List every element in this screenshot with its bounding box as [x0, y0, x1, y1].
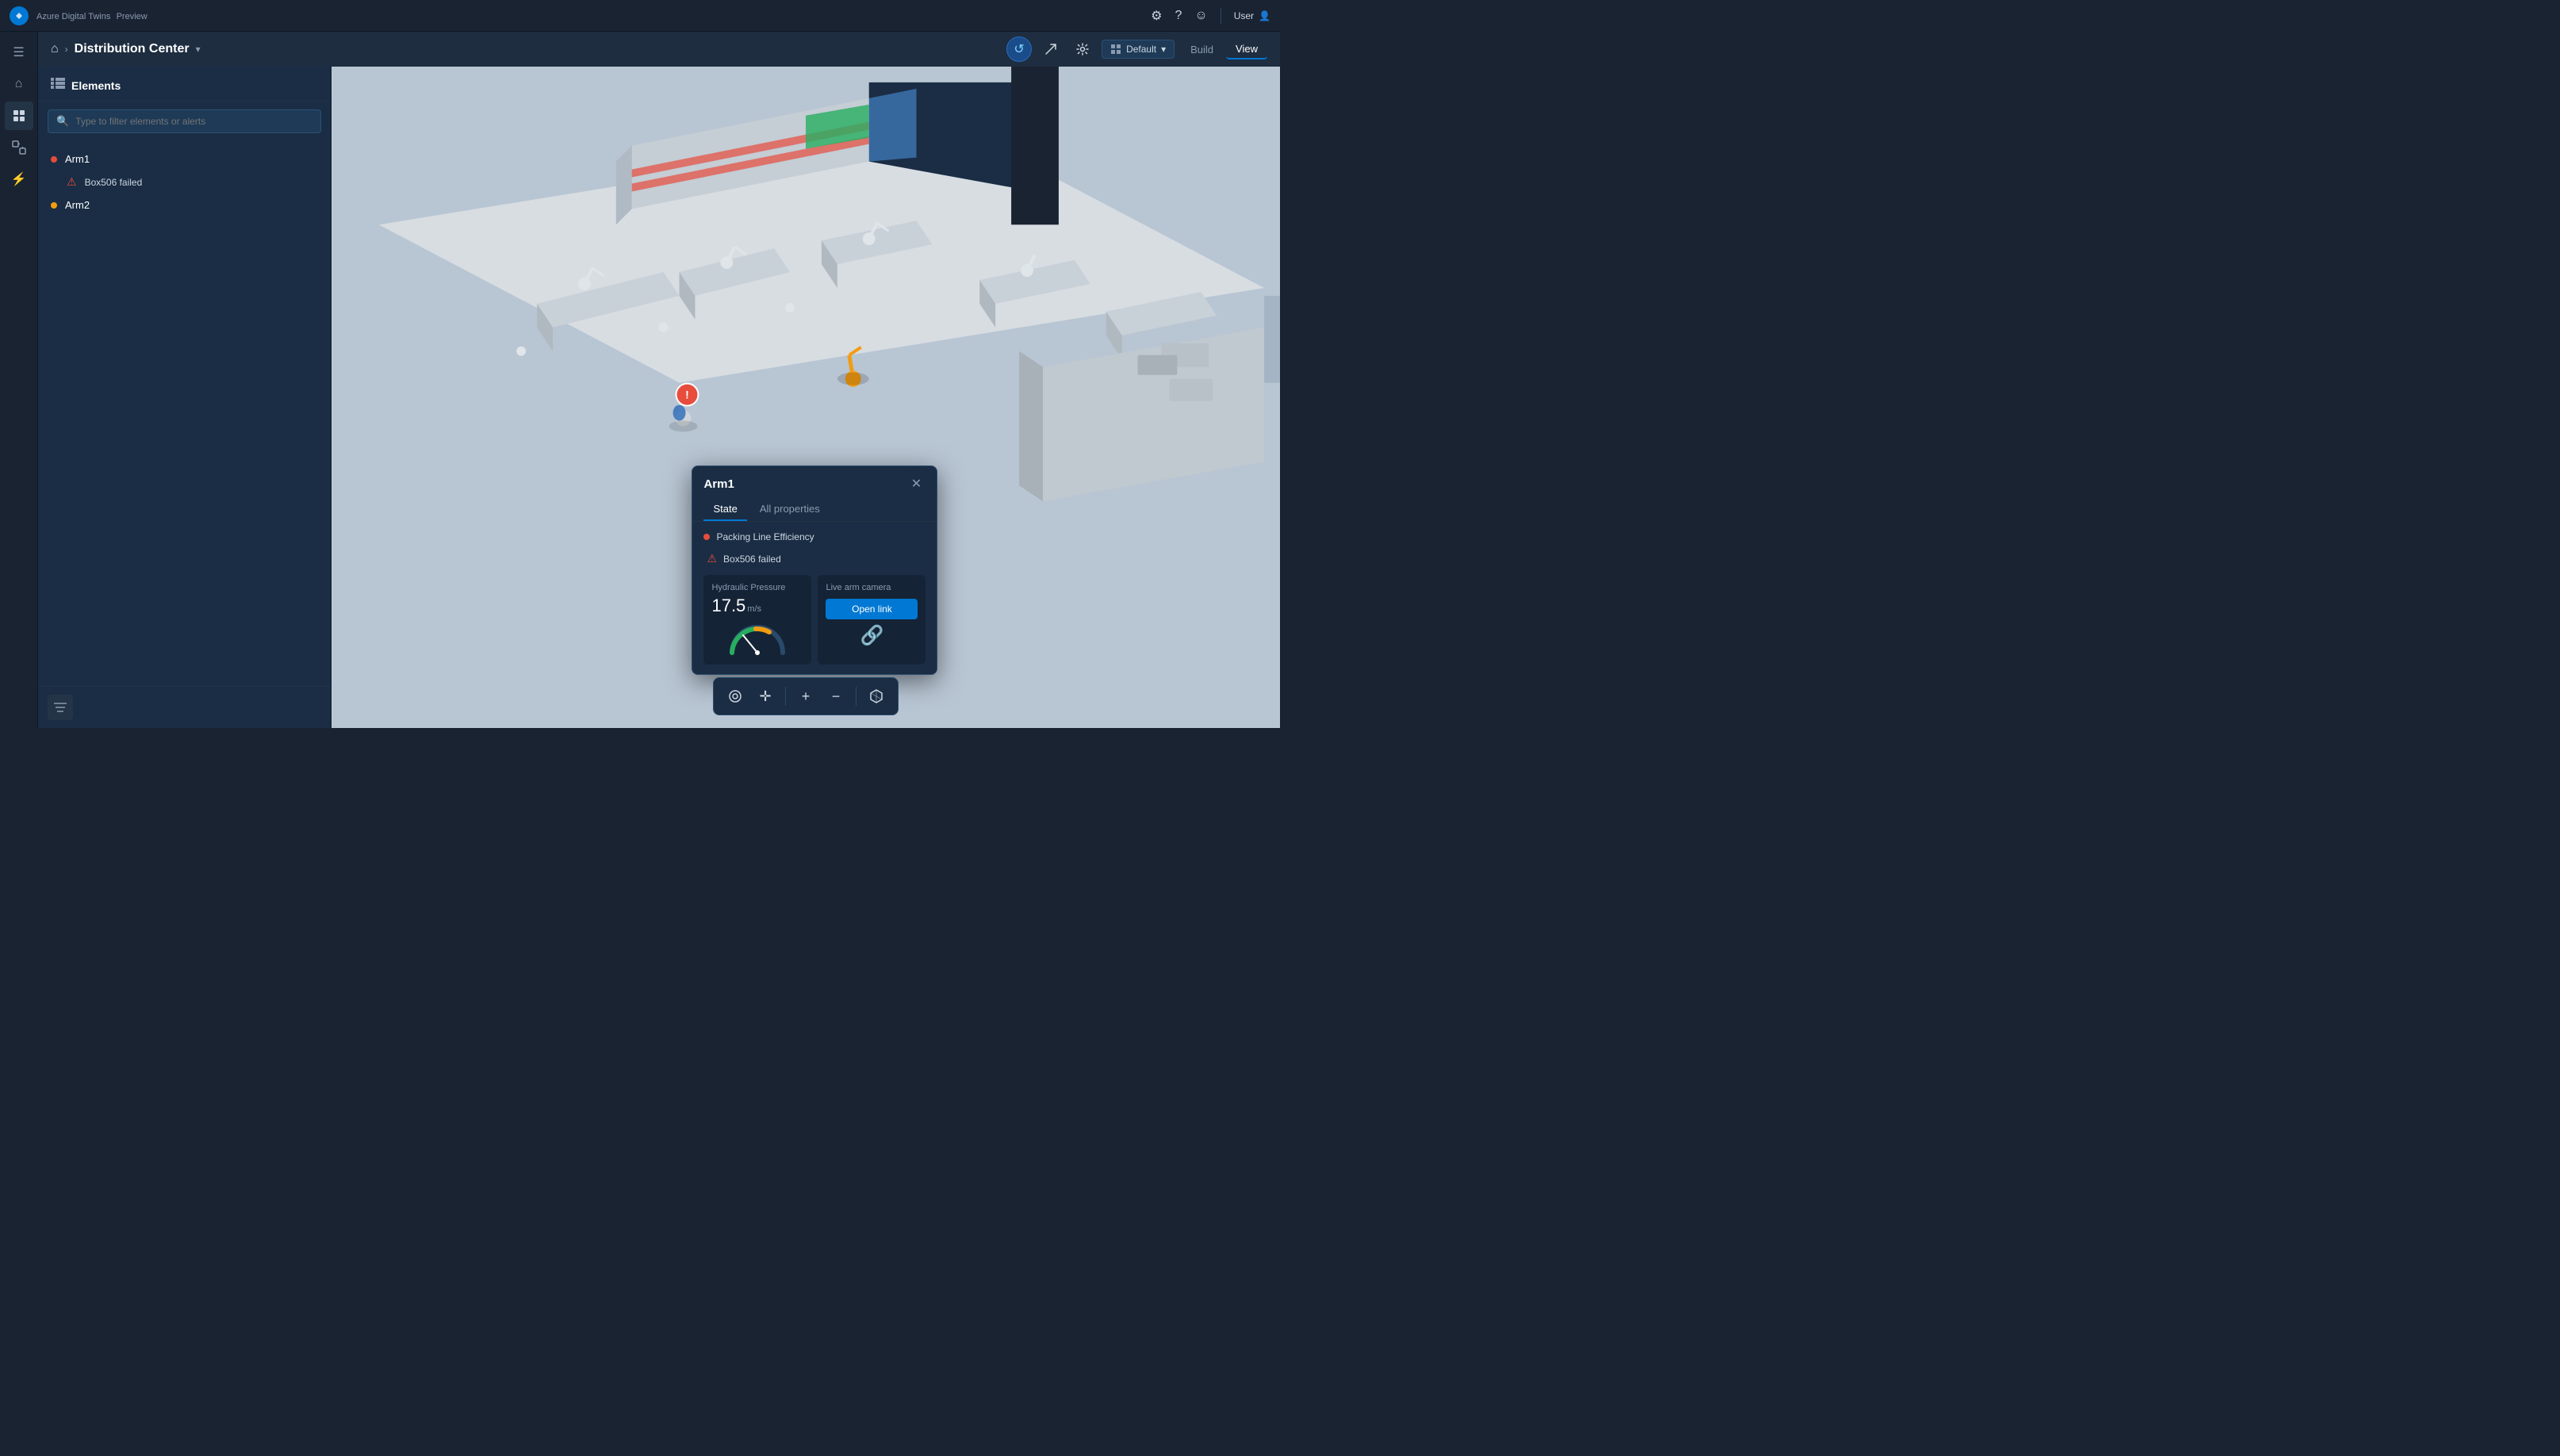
3d-view-button[interactable]: [863, 683, 890, 710]
hydraulic-label: Hydraulic Pressure: [711, 583, 803, 592]
arm2-label: Arm2: [65, 199, 90, 211]
box-alert-label: Box506 failed: [723, 554, 781, 565]
main-layout: ☰ ⌂ ⚡ ⌂ › Distributi: [0, 32, 1280, 728]
packing-line-label: Packing Line Efficiency: [716, 531, 814, 542]
packing-line-row: Packing Line Efficiency: [703, 531, 926, 542]
arm2-status-dot: [51, 202, 57, 209]
rail-twins-icon[interactable]: [5, 133, 33, 162]
packing-status-dot: [703, 534, 710, 540]
arm1-status-dot: [51, 156, 57, 163]
zoom-in-button[interactable]: +: [792, 683, 819, 710]
breadcrumb-chevron-icon[interactable]: ▾: [196, 44, 201, 55]
rail-menu-icon[interactable]: ☰: [5, 38, 33, 67]
view-dropdown[interactable]: Default ▾: [1102, 40, 1175, 59]
breadcrumb-home[interactable]: ⌂: [51, 42, 59, 56]
rail-lightning-icon[interactable]: ⚡: [5, 165, 33, 193]
breadcrumb-right: ↺: [1006, 36, 1267, 62]
bottom-toolbar: ✛ + −: [713, 677, 899, 715]
elements-icon: [51, 78, 65, 93]
list-item-box506[interactable]: ⚠ Box506 failed: [38, 171, 331, 193]
tab-build[interactable]: Build: [1181, 40, 1223, 59]
box506-label: Box506 failed: [85, 177, 143, 188]
hydraulic-pressure-card: Hydraulic Pressure 17.5 m/s: [703, 575, 811, 665]
rail-models-icon[interactable]: [5, 102, 33, 130]
gauge-svg: [726, 621, 789, 657]
app-preview-label: Preview: [117, 12, 148, 21]
content-area: ⌂ › Distribution Center ▾ ↺: [38, 32, 1280, 728]
toolbar-separator-2: [856, 687, 857, 706]
breadcrumb-left: ⌂ › Distribution Center ▾: [51, 42, 201, 56]
topbar-left: Azure Digital Twins Preview: [10, 6, 148, 25]
alert-triangle-icon: ⚠: [67, 175, 77, 189]
popup-body: Packing Line Efficiency ⚠ Box506 failed …: [692, 522, 937, 674]
popup-header: Arm1 ✕: [692, 466, 937, 498]
user-label: User: [1234, 10, 1254, 21]
help-icon[interactable]: ?: [1175, 9, 1182, 23]
sidebar-title: Elements: [71, 79, 121, 92]
search-box[interactable]: 🔍: [48, 109, 321, 133]
topbar-right: ⚙ ? ☺ User 👤: [1151, 8, 1270, 24]
arm1-label: Arm1: [65, 153, 90, 165]
zoom-out-button[interactable]: −: [822, 683, 849, 710]
topbar: Azure Digital Twins Preview ⚙ ? ☺ User 👤: [0, 0, 1280, 32]
tab-view[interactable]: View: [1226, 40, 1267, 59]
popup-title: Arm1: [703, 477, 734, 491]
list-item-arm2[interactable]: Arm2: [38, 193, 331, 216]
share-button[interactable]: [1038, 36, 1063, 62]
elements-header: Elements: [38, 67, 331, 102]
hydraulic-value: 17.5: [711, 596, 745, 616]
box-alert-row: ⚠ Box506 failed: [703, 549, 926, 575]
hydraulic-unit: m/s: [747, 604, 761, 614]
3d-viewport[interactable]: ! Arm1: [331, 67, 1280, 728]
toolbar-separator: [785, 687, 786, 706]
user-badge[interactable]: User 👤: [1234, 10, 1270, 21]
app-name: Azure Digital Twins Preview: [36, 10, 148, 21]
live-camera-card: Live arm camera Open link 🔗: [818, 575, 926, 665]
popup-metrics: Hydraulic Pressure 17.5 m/s: [703, 575, 926, 665]
search-icon: 🔍: [56, 115, 69, 128]
filter-button[interactable]: [48, 695, 73, 720]
app-name-text: Azure Digital Twins: [36, 12, 110, 21]
popup-close-button[interactable]: ✕: [906, 474, 926, 493]
breadcrumb-bar: ⌂ › Distribution Center ▾ ↺: [38, 32, 1280, 67]
camera-link-icon: 🔗: [826, 624, 918, 647]
refresh-button[interactable]: ↺: [1006, 36, 1032, 62]
popup-tabs: State All properties: [692, 498, 937, 522]
app-logo: [10, 6, 29, 25]
smiley-icon[interactable]: ☺: [1194, 9, 1207, 23]
zoom-fit-button[interactable]: [722, 683, 749, 710]
arm1-info-popup: Arm1 ✕ State All properties Packing Line…: [692, 466, 937, 675]
breadcrumb-title: Distribution Center: [75, 42, 190, 56]
tab-state[interactable]: State: [703, 498, 746, 521]
elements-panel: Elements 🔍 Arm1 ⚠ Box506 failed: [38, 67, 331, 728]
dropdown-label: Default: [1126, 44, 1156, 55]
move-button[interactable]: ✛: [752, 683, 779, 710]
dropdown-chevron-icon: ▾: [1161, 44, 1166, 55]
view-settings-button[interactable]: [1070, 36, 1095, 62]
svg-text:!: !: [685, 389, 689, 401]
camera-label: Live arm camera: [826, 583, 918, 592]
box-alert-icon: ⚠: [707, 552, 717, 565]
element-list: Arm1 ⚠ Box506 failed Arm2: [38, 141, 331, 686]
main-view: Elements 🔍 Arm1 ⚠ Box506 failed: [38, 67, 1280, 728]
list-item-arm1[interactable]: Arm1: [38, 148, 331, 171]
search-input[interactable]: [75, 116, 312, 127]
gauge-container: [711, 621, 803, 657]
settings-icon[interactable]: ⚙: [1151, 8, 1162, 24]
build-view-tabs: Build View: [1181, 40, 1267, 59]
open-link-button[interactable]: Open link: [826, 599, 918, 619]
close-icon: ✕: [911, 476, 922, 492]
icon-rail: ☰ ⌂ ⚡: [0, 32, 38, 728]
rail-home-icon[interactable]: ⌂: [5, 70, 33, 98]
sidebar-footer: [38, 686, 331, 728]
user-manage-icon: 👤: [1259, 10, 1270, 21]
tab-all-properties[interactable]: All properties: [750, 498, 830, 521]
breadcrumb-sep: ›: [65, 44, 68, 55]
